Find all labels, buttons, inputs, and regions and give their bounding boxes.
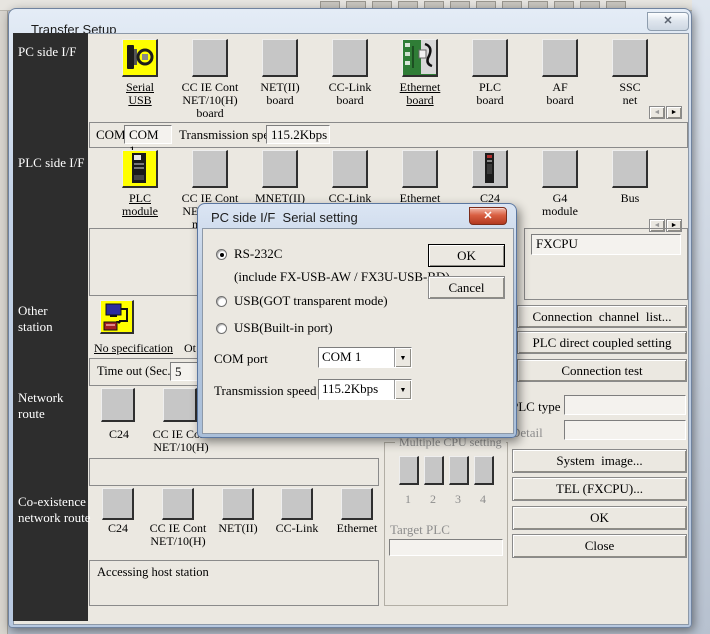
- chevron-down-icon[interactable]: ▼: [394, 380, 411, 399]
- usb-builtin-radio-label[interactable]: USB(Built-in port): [234, 320, 333, 336]
- coexist-label-ethernet: Ethernet: [321, 522, 393, 535]
- serial-setting-dialog: PC side I/F Serial setting ✕ RS-232C (in…: [197, 203, 517, 438]
- background-left-edge: [0, 11, 8, 634]
- target-plc-field: [389, 539, 503, 556]
- serial-usb-icon[interactable]: [122, 39, 158, 77]
- dialog-com-port-label: COM port: [214, 351, 268, 367]
- usb-got-radio-label[interactable]: USB(GOT transparent mode): [234, 293, 388, 309]
- rs232c-radio-label[interactable]: RS-232C: [234, 246, 282, 262]
- coexist-netii-icon[interactable]: [222, 488, 254, 520]
- background-right-edge: [692, 0, 710, 634]
- icon-label-ssc-net: SSC net: [594, 81, 666, 107]
- close-icon[interactable]: ✕: [647, 12, 689, 31]
- usb-builtin-radio[interactable]: [216, 323, 227, 334]
- bus-icon[interactable]: [612, 150, 648, 188]
- icon-label-af-board: AF board: [524, 81, 596, 107]
- tel-fxcpu-button[interactable]: TEL (FXCPU)...: [512, 477, 687, 501]
- coexist-cc-link-icon[interactable]: [281, 488, 313, 520]
- sidebar-label-pc-side: PC side I/F: [18, 44, 77, 60]
- c24-icon[interactable]: [472, 150, 508, 188]
- main-ok-button[interactable]: OK: [512, 506, 687, 530]
- cpu-slot-2-number: 2: [430, 492, 436, 507]
- rs232c-radio[interactable]: [216, 249, 227, 260]
- dialog-close-icon[interactable]: ✕: [469, 207, 507, 225]
- plc-module-icon[interactable]: [122, 150, 158, 188]
- mnetii-module-icon[interactable]: [262, 150, 298, 188]
- coexist-c24-icon[interactable]: [102, 488, 134, 520]
- scroll-left-icon[interactable]: ◄: [649, 106, 665, 119]
- usb-got-radio[interactable]: [216, 296, 227, 307]
- com-value-field[interactable]: COM 1: [124, 125, 172, 144]
- icon-label-plc-board: PLC board: [454, 81, 526, 107]
- access-status-text: Accessing host station: [97, 565, 378, 580]
- ssc-net-icon[interactable]: [612, 39, 648, 77]
- com-label: COM: [96, 127, 126, 143]
- dialog-client-area: RS-232C (include FX-USB-AW / FX3U-USB-BD…: [202, 228, 514, 434]
- chevron-down-icon[interactable]: ▼: [394, 348, 411, 367]
- icon-label-cc-ie-cont-board: CC IE Cont NET/10(H) board: [174, 81, 246, 120]
- g4-module-icon[interactable]: [542, 150, 578, 188]
- af-board-icon[interactable]: [542, 39, 578, 77]
- other-station-partial-label: Ot: [184, 341, 196, 356]
- cc-link-module-icon[interactable]: [332, 150, 368, 188]
- cc-link-board-icon[interactable]: [332, 39, 368, 77]
- access-status-box: Accessing host station: [89, 560, 379, 606]
- icon-label-bus: Bus: [594, 192, 666, 205]
- ethernet-module-icon[interactable]: [402, 150, 438, 188]
- main-close-button[interactable]: Close: [512, 534, 687, 558]
- sidebar-label-network-route: Network route: [18, 390, 64, 422]
- network-c24-icon[interactable]: [101, 388, 135, 422]
- com-port-value: COM 1: [319, 348, 394, 367]
- plc-type-label: PLC type: [511, 399, 560, 415]
- plc-direct-coupled-setting-button[interactable]: PLC direct coupled setting: [517, 331, 687, 354]
- rs232c-note: (include FX-USB-AW / FX3U-USB-BD): [234, 269, 450, 285]
- coexist-cc-ie-cont-icon[interactable]: [162, 488, 194, 520]
- icon-label-netii-board: NET(II) board: [244, 81, 316, 107]
- cpu-slot-3-number: 3: [455, 492, 461, 507]
- sidebar-label-plc-side: PLC side I/F: [18, 155, 84, 171]
- ethernet-board-icon[interactable]: [402, 39, 438, 77]
- speed-value: 115.2Kbps: [319, 380, 394, 399]
- connection-test-button[interactable]: Connection test: [517, 359, 687, 382]
- dialog-speed-label: Transmission speed: [214, 383, 316, 399]
- com-port-select[interactable]: COM 1 ▼: [318, 347, 412, 368]
- cpu-slot-1-icon: [399, 456, 419, 485]
- no-specification-label[interactable]: No specification: [94, 341, 173, 356]
- cpu-type-field: FXCPU: [531, 234, 681, 255]
- network-cc-ie-cont-icon[interactable]: [163, 388, 197, 422]
- dialog-title: PC side I/F Serial setting: [211, 210, 358, 225]
- cpu-slot-2-icon: [424, 456, 444, 485]
- plc-board-icon[interactable]: [472, 39, 508, 77]
- cpu-slot-4-number: 4: [480, 492, 486, 507]
- icon-label-serial-usb[interactable]: Serial USB: [104, 81, 176, 107]
- system-image-button[interactable]: System image...: [512, 449, 687, 473]
- target-plc-label: Target PLC: [390, 522, 450, 538]
- icon-label-g4-module: G4 module: [524, 192, 596, 218]
- dialog-ok-button[interactable]: OK: [428, 244, 505, 267]
- sidebar-label-coexistence: Co-existence network route: [18, 494, 91, 526]
- plc-type-field: [564, 395, 686, 415]
- cpu-slot-4-icon: [474, 456, 494, 485]
- cpu-slot-1-number: 1: [405, 492, 411, 507]
- connection-channel-list-button[interactable]: Connection channel list...: [517, 305, 687, 328]
- scroll-right-icon[interactable]: ►: [666, 106, 682, 119]
- cc-ie-cont-module-icon[interactable]: [192, 150, 228, 188]
- sidebar-label-other-station: Other station: [18, 303, 53, 335]
- icon-label-cc-link-board: CC-Link board: [314, 81, 386, 107]
- dialog-cancel-button[interactable]: Cancel: [428, 276, 505, 299]
- cc-ie-cont-board-icon[interactable]: [192, 39, 228, 77]
- netii-board-icon[interactable]: [262, 39, 298, 77]
- coexist-ethernet-icon[interactable]: [341, 488, 373, 520]
- no-specification-icon[interactable]: [100, 300, 134, 334]
- network-route-status-box: [89, 458, 379, 486]
- cpu-slot-3-icon: [449, 456, 469, 485]
- icon-label-plc-module[interactable]: PLC module: [104, 192, 176, 218]
- transmission-speed-field[interactable]: 115.2Kbps: [266, 125, 330, 144]
- icon-label-ethernet-board[interactable]: Ethernet board: [384, 81, 456, 107]
- detail-field: [564, 420, 686, 440]
- timeout-label: Time out (Sec.): [97, 364, 175, 379]
- speed-select[interactable]: 115.2Kbps ▼: [318, 379, 412, 400]
